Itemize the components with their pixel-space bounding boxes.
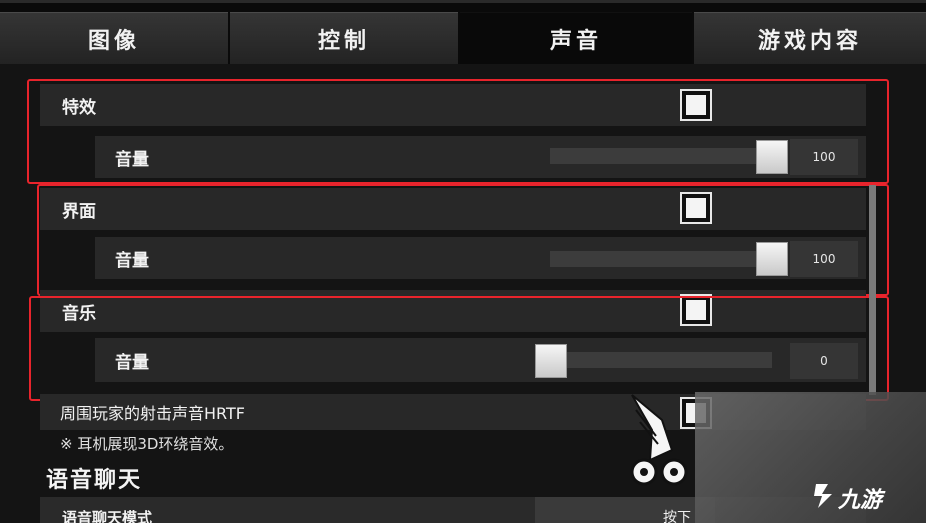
effects-label: 特效 bbox=[62, 97, 96, 118]
mascot-logo-icon bbox=[630, 394, 688, 486]
effects-checkbox[interactable] bbox=[680, 89, 712, 121]
watermark-blur-overlay bbox=[695, 392, 926, 523]
scrollbar[interactable] bbox=[869, 185, 876, 395]
check-mark-icon bbox=[686, 300, 706, 320]
tab-game-content[interactable]: 游戏内容 bbox=[694, 12, 926, 64]
voice-chat-mode-button[interactable]: 按下 bbox=[535, 497, 715, 523]
top-divider bbox=[0, 0, 926, 3]
music-label: 音乐 bbox=[62, 303, 96, 324]
hrtf-note: ※ 耳机展现3D环绕音效。 bbox=[60, 435, 234, 453]
music-checkbox[interactable] bbox=[680, 294, 712, 326]
effects-volume-value: 100 bbox=[790, 139, 858, 175]
music-volume-value: 0 bbox=[790, 343, 858, 379]
effects-volume-label: 音量 bbox=[115, 149, 149, 170]
music-volume-slider[interactable] bbox=[535, 352, 772, 368]
check-mark-icon bbox=[686, 95, 706, 115]
effects-row: 特效 bbox=[40, 84, 866, 126]
music-volume-label: 音量 bbox=[115, 352, 149, 373]
interface-label: 界面 bbox=[62, 201, 96, 222]
tab-graphics[interactable]: 图像 bbox=[0, 12, 228, 64]
watermark-logo-text: 九游 bbox=[838, 488, 883, 513]
interface-checkbox[interactable] bbox=[680, 192, 712, 224]
site-logo-icon bbox=[814, 484, 832, 508]
effects-volume-slider[interactable] bbox=[550, 148, 772, 164]
voice-chat-mode-label: 语音聊天模式 bbox=[62, 509, 153, 523]
interface-volume-value: 100 bbox=[790, 241, 858, 277]
interface-volume-slider[interactable] bbox=[550, 251, 772, 267]
interface-volume-label: 音量 bbox=[115, 250, 149, 271]
music-volume-handle[interactable] bbox=[535, 344, 567, 378]
voice-chat-mode-value: 按下 bbox=[663, 510, 691, 523]
music-row: 音乐 bbox=[40, 290, 866, 332]
tab-sound[interactable]: 声音 bbox=[460, 12, 692, 64]
tab-bar: 图像 控制 声音 游戏内容 bbox=[0, 0, 926, 64]
interface-row: 界面 bbox=[40, 188, 866, 230]
hrtf-label: 周围玩家的射击声音HRTF bbox=[60, 404, 245, 423]
effects-volume-handle[interactable] bbox=[756, 140, 788, 174]
tab-controls[interactable]: 控制 bbox=[230, 12, 458, 64]
check-mark-icon bbox=[686, 198, 706, 218]
voice-chat-title: 语音聊天 bbox=[46, 468, 143, 493]
interface-volume-handle[interactable] bbox=[756, 242, 788, 276]
